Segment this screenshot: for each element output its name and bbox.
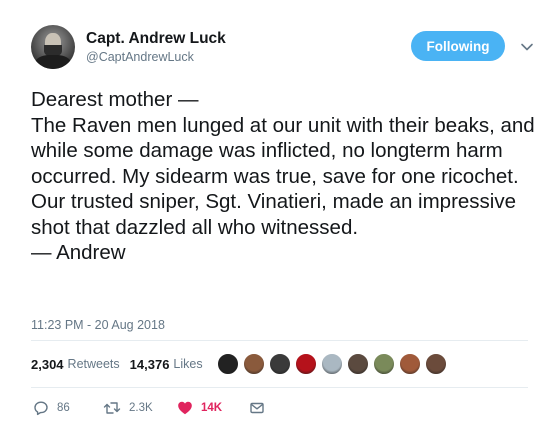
liker-avatar[interactable]	[425, 353, 447, 375]
reply-count: 86	[57, 402, 70, 414]
tweet-card: Capt. Andrew Luck @CaptAndrewLuck Follow…	[0, 0, 559, 447]
liker-avatar[interactable]	[321, 353, 343, 375]
liker-avatars	[217, 353, 451, 377]
likes-label[interactable]: Likes	[173, 357, 202, 371]
divider	[31, 340, 528, 341]
liker-avatar[interactable]	[373, 353, 395, 375]
liker-avatar[interactable]	[295, 353, 317, 375]
liker-avatar[interactable]	[269, 353, 291, 375]
direct-message-button[interactable]	[249, 398, 265, 418]
reply-button[interactable]: 86	[33, 398, 70, 418]
heart-icon	[178, 401, 192, 415]
liker-avatar[interactable]	[243, 353, 265, 375]
envelope-icon	[250, 402, 264, 414]
like-button[interactable]: 14K	[177, 398, 222, 418]
author-handle[interactable]: @CaptAndrewLuck	[86, 50, 194, 64]
author-display-name[interactable]: Capt. Andrew Luck	[86, 30, 226, 48]
avatar-coat	[35, 55, 71, 69]
retweets-label[interactable]: Retweets	[68, 357, 120, 371]
retweets-count[interactable]: 2,304	[31, 357, 64, 372]
liker-avatar[interactable]	[399, 353, 421, 375]
tweet-text: Dearest mother — The Raven men lunged at…	[31, 88, 535, 264]
liker-avatar[interactable]	[217, 353, 239, 375]
engagement-stats: 2,304 Retweets 14,376 Likes	[31, 354, 213, 374]
liker-avatar[interactable]	[347, 353, 369, 375]
chevron-down-icon[interactable]	[519, 39, 535, 55]
tweet-timestamp[interactable]: 11:23 PM - 20 Aug 2018	[31, 318, 165, 332]
retweet-icon	[103, 402, 121, 414]
following-button[interactable]: Following	[411, 31, 505, 61]
retweet-count: 2.3K	[129, 402, 153, 414]
avatar[interactable]	[31, 25, 75, 69]
divider	[31, 387, 528, 388]
reply-icon	[34, 401, 48, 416]
like-count: 14K	[201, 402, 223, 414]
retweet-button[interactable]: 2.3K	[103, 398, 153, 418]
likes-count[interactable]: 14,376	[130, 357, 170, 372]
